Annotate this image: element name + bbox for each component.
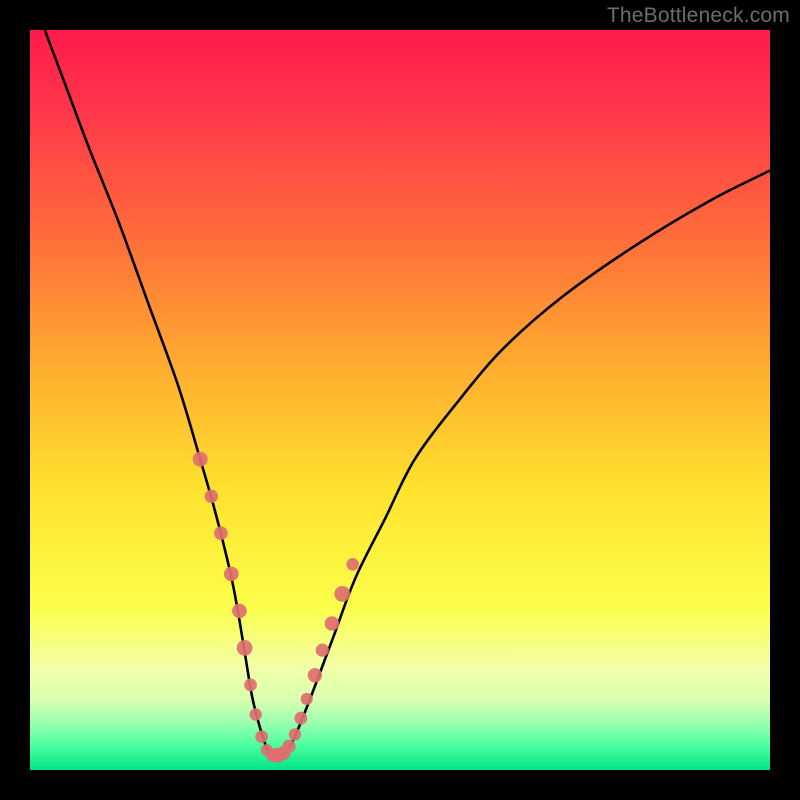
marker-dot <box>346 558 359 571</box>
highlighted-points <box>193 452 359 763</box>
plot-area <box>30 30 770 770</box>
marker-dot <box>316 644 329 657</box>
marker-dot <box>250 708 262 720</box>
marker-dot <box>334 586 350 602</box>
curve-layer <box>30 30 770 770</box>
marker-dot <box>224 567 239 582</box>
marker-dot <box>294 712 307 725</box>
marker-dot <box>205 490 218 503</box>
marker-dot <box>289 728 301 740</box>
watermark-text: TheBottleneck.com <box>607 4 790 28</box>
marker-dot <box>232 604 247 619</box>
marker-dot <box>193 452 208 467</box>
marker-dot <box>244 679 257 692</box>
marker-dot <box>237 640 253 656</box>
marker-dot <box>282 740 295 753</box>
marker-dot <box>214 526 228 540</box>
bottleneck-curve <box>45 30 770 756</box>
chart-frame: TheBottleneck.com <box>0 0 800 800</box>
marker-dot <box>325 616 339 630</box>
marker-dot <box>301 693 313 705</box>
marker-dot <box>255 730 268 743</box>
marker-dot <box>308 668 322 682</box>
